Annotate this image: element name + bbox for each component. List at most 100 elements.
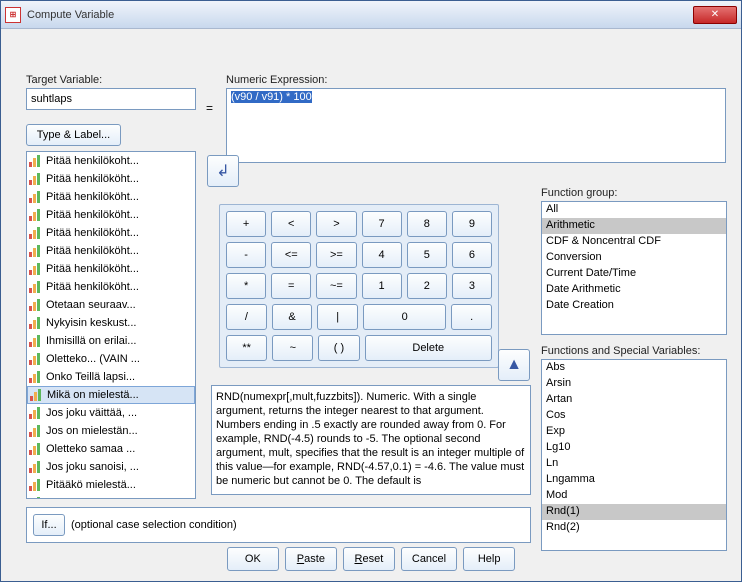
reset-button[interactable]: Reset	[343, 547, 395, 571]
function-item[interactable]: Ln	[542, 456, 726, 472]
variable-list-item[interactable]: Oletteko samaa ...	[27, 440, 195, 458]
function-group-item[interactable]: Date Creation	[542, 298, 726, 314]
keypad--button[interactable]: .	[451, 304, 492, 330]
keypad-0-button[interactable]: 0	[363, 304, 446, 330]
keypad-7-button[interactable]: 7	[362, 211, 402, 237]
variable-list-item[interactable]: Pitää henkilököht...	[27, 170, 195, 188]
keypad--button[interactable]: >	[316, 211, 356, 237]
numeric-expression-input[interactable]: (v90 / v91) * 100	[226, 88, 726, 163]
function-group-item[interactable]: Date Arithmetic	[542, 282, 726, 298]
function-group-list[interactable]: AllArithmeticCDF & Noncentral CDFConvers…	[541, 201, 727, 335]
function-group-item[interactable]: Arithmetic	[542, 218, 726, 234]
keypad--button[interactable]: *	[226, 273, 266, 299]
function-group-item[interactable]: Current Date/Time	[542, 266, 726, 282]
variable-label: Mikä on mielestä...	[47, 389, 139, 401]
variable-list-item[interactable]: Onko Teillä lapsi...	[27, 368, 195, 386]
keypad--button[interactable]: ~=	[316, 273, 356, 299]
variable-list-item[interactable]: Jos joku sanoisi, ...	[27, 458, 195, 476]
keypad--button[interactable]: ( )	[318, 335, 359, 361]
function-group-item[interactable]: CDF & Noncentral CDF	[542, 234, 726, 250]
keypad--button[interactable]: +	[226, 211, 266, 237]
variable-list-item[interactable]: Pitää henkilököht...	[27, 242, 195, 260]
variable-list-item[interactable]: Pitääkö mielestä...	[27, 476, 195, 494]
keypad-6-button[interactable]: 6	[452, 242, 492, 268]
variable-list-item[interactable]: Pitää henkilököht...	[27, 224, 195, 242]
variable-icon	[29, 335, 43, 347]
variable-icon	[29, 353, 43, 365]
cancel-button[interactable]: Cancel	[401, 547, 457, 571]
function-item[interactable]: Rnd(2)	[542, 520, 726, 536]
variable-list[interactable]: Pitää henkilökoht... Pitää henkilököht...…	[26, 151, 196, 499]
variable-list-item[interactable]: Pitää henkilököht...	[27, 278, 195, 296]
variable-list-item[interactable]: Ihmisillä on erilai...	[27, 332, 195, 350]
function-item[interactable]: Cos	[542, 408, 726, 424]
function-item[interactable]: Mod	[542, 488, 726, 504]
variable-label: Pitää henkilökoht...	[46, 155, 139, 167]
function-description: RND(numexpr[,mult,fuzzbits]). Numeric. W…	[211, 385, 531, 495]
variable-list-item[interactable]: Jos joku väittää, ...	[27, 404, 195, 422]
keypad--button[interactable]: &	[272, 304, 313, 330]
variable-list-item[interactable]: Pitää henkilököht...	[27, 260, 195, 278]
variable-icon	[29, 245, 43, 257]
if-button[interactable]: If...	[33, 514, 65, 536]
function-item[interactable]: Abs	[542, 360, 726, 376]
ok-button[interactable]: OK	[227, 547, 279, 571]
move-to-expression-button[interactable]: ↲	[207, 155, 239, 187]
functions-list[interactable]: AbsArsinArtanCosExpLg10LnLngammaModRnd(1…	[541, 359, 727, 551]
keypad--button[interactable]: **	[226, 335, 267, 361]
keypad--button[interactable]: =	[271, 273, 311, 299]
target-variable-input[interactable]	[26, 88, 196, 110]
keypad--button[interactable]: -	[226, 242, 266, 268]
keypad--button[interactable]: |	[317, 304, 358, 330]
keypad-Delete-button[interactable]: Delete	[365, 335, 492, 361]
variable-list-item[interactable]: Nykyisin keskust...	[27, 314, 195, 332]
variable-label: Oletteko samaa ...	[46, 443, 135, 455]
keypad-2-button[interactable]: 2	[407, 273, 447, 299]
variable-list-item[interactable]: Otetaan seuraav...	[27, 296, 195, 314]
app-icon: ⊞	[5, 7, 21, 23]
if-condition-section: If... (optional case selection condition…	[26, 507, 531, 543]
keypad-8-button[interactable]: 8	[407, 211, 447, 237]
variable-list-item[interactable]: Pitää henkilököht...	[27, 188, 195, 206]
type-and-label-button[interactable]: Type & Label...	[26, 124, 121, 146]
variable-icon	[29, 425, 43, 437]
function-item[interactable]: Artan	[542, 392, 726, 408]
keypad-4-button[interactable]: 4	[362, 242, 402, 268]
variable-list-item[interactable]: Pitää henkilököht...	[27, 206, 195, 224]
function-item[interactable]: Exp	[542, 424, 726, 440]
help-button[interactable]: Help	[463, 547, 515, 571]
variable-list-item[interactable]: Mikä on mielestä...	[27, 386, 195, 404]
keypad--button[interactable]: >=	[316, 242, 356, 268]
titlebar: ⊞ Compute Variable ✕	[1, 1, 741, 29]
variable-icon	[29, 173, 43, 185]
keypad-5-button[interactable]: 5	[407, 242, 447, 268]
keypad--button[interactable]: ~	[272, 335, 313, 361]
window-title: Compute Variable	[27, 9, 693, 21]
close-button[interactable]: ✕	[693, 6, 737, 24]
variable-list-item[interactable]: Jos on mielestän...	[27, 422, 195, 440]
keypad--button[interactable]: <	[271, 211, 311, 237]
keypad-9-button[interactable]: 9	[452, 211, 492, 237]
keypad-3-button[interactable]: 3	[452, 273, 492, 299]
variable-list-item[interactable]: Oletteko... (VAIN ...	[27, 350, 195, 368]
variable-icon	[30, 389, 44, 401]
insert-function-button[interactable]: ▲	[498, 349, 530, 381]
keypad--button[interactable]: /	[226, 304, 267, 330]
function-item[interactable]: Arsin	[542, 376, 726, 392]
keypad-1-button[interactable]: 1	[362, 273, 402, 299]
variable-label: Nykyisin keskust...	[46, 317, 136, 329]
variable-label: Jos on mielestän...	[46, 425, 138, 437]
paste-button[interactable]: Paste	[285, 547, 337, 571]
function-item[interactable]: Lngamma	[542, 472, 726, 488]
variable-list-item[interactable]: Pitää henkilökoht...	[27, 152, 195, 170]
function-group-item[interactable]: Conversion	[542, 250, 726, 266]
keypad--button[interactable]: <=	[271, 242, 311, 268]
function-item[interactable]: Lg10	[542, 440, 726, 456]
variable-label: Pitää henkilököht...	[46, 263, 139, 275]
function-group-item[interactable]: All	[542, 202, 726, 218]
variable-icon	[29, 209, 43, 221]
function-item[interactable]: Rnd(1)	[542, 504, 726, 520]
variable-icon	[29, 263, 43, 275]
variable-list-item[interactable]: Onko mielestänn...	[27, 494, 195, 498]
variable-icon	[29, 317, 43, 329]
